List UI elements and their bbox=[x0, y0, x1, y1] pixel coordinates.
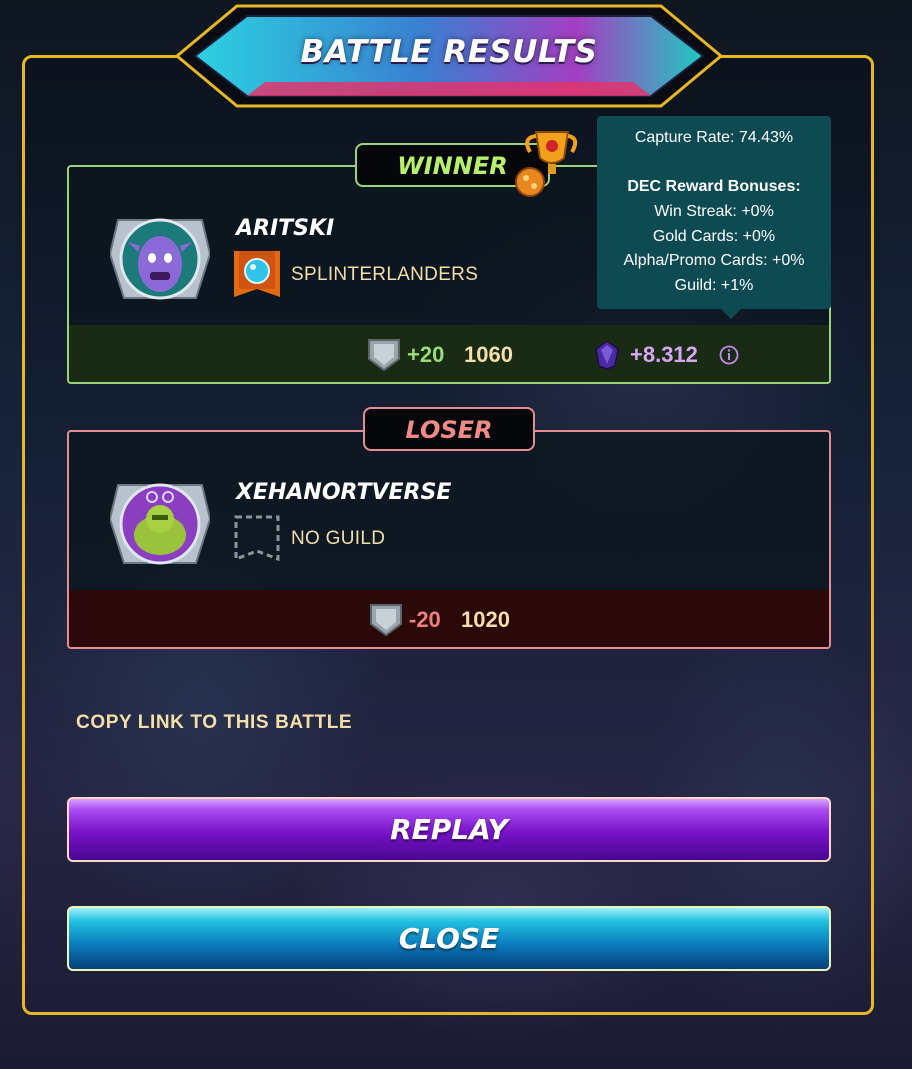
winner-guild-name[interactable]: SPLINTERLANDERS bbox=[291, 264, 478, 286]
winner-stats-bar bbox=[69, 325, 829, 382]
loser-guild-name: NO GUILD bbox=[291, 528, 386, 549]
copy-battle-link[interactable]: COPY LINK TO THIS BATTLE bbox=[76, 712, 352, 734]
title-banner: BATTLE RESULTS bbox=[175, 4, 723, 108]
loser-avatar bbox=[108, 479, 212, 569]
loser-tag: LOSER bbox=[363, 407, 535, 451]
capture-rate: Capture Rate: 74.43% bbox=[634, 129, 794, 146]
winner-avatar bbox=[108, 214, 212, 304]
no-guild-icon bbox=[234, 515, 280, 562]
winner-rating-change: +20 bbox=[407, 342, 445, 367]
loser-rating-change: -20 bbox=[409, 607, 441, 632]
dec-reward-tooltip: Capture Rate: 74.43% DEC Reward Bonuses:… bbox=[597, 116, 831, 319]
loser-stats-bar bbox=[69, 590, 829, 647]
bonuses-heading: DEC Reward Bonuses: bbox=[627, 178, 801, 195]
loser-name[interactable]: XEHANORTVERSE bbox=[236, 480, 451, 505]
win-streak-bonus: Win Streak: +0% bbox=[654, 203, 774, 220]
trophy-icon bbox=[508, 124, 580, 204]
winner-name[interactable]: ARITSKI bbox=[236, 216, 334, 241]
rating-shield-icon bbox=[367, 337, 401, 372]
winner-rating: 1060 bbox=[464, 342, 513, 367]
replay-button[interactable]: REPLAY bbox=[67, 797, 831, 862]
guild-banner-icon bbox=[234, 251, 280, 297]
loser-rating: 1020 bbox=[461, 607, 510, 632]
rating-shield-icon bbox=[369, 602, 403, 637]
gold-cards-bonus: Gold Cards: +0% bbox=[652, 228, 776, 245]
guild-bonus: Guild: +1% bbox=[674, 277, 754, 294]
info-icon[interactable] bbox=[719, 345, 739, 365]
alpha-promo-bonus: Alpha/Promo Cards: +0% bbox=[623, 252, 805, 269]
dec-crystal-icon bbox=[594, 340, 620, 370]
page-title: BATTLE RESULTS bbox=[300, 34, 598, 70]
tooltip-arrow bbox=[721, 309, 741, 319]
close-button[interactable]: CLOSE bbox=[67, 906, 831, 971]
dec-reward: +8.312 bbox=[630, 342, 698, 367]
